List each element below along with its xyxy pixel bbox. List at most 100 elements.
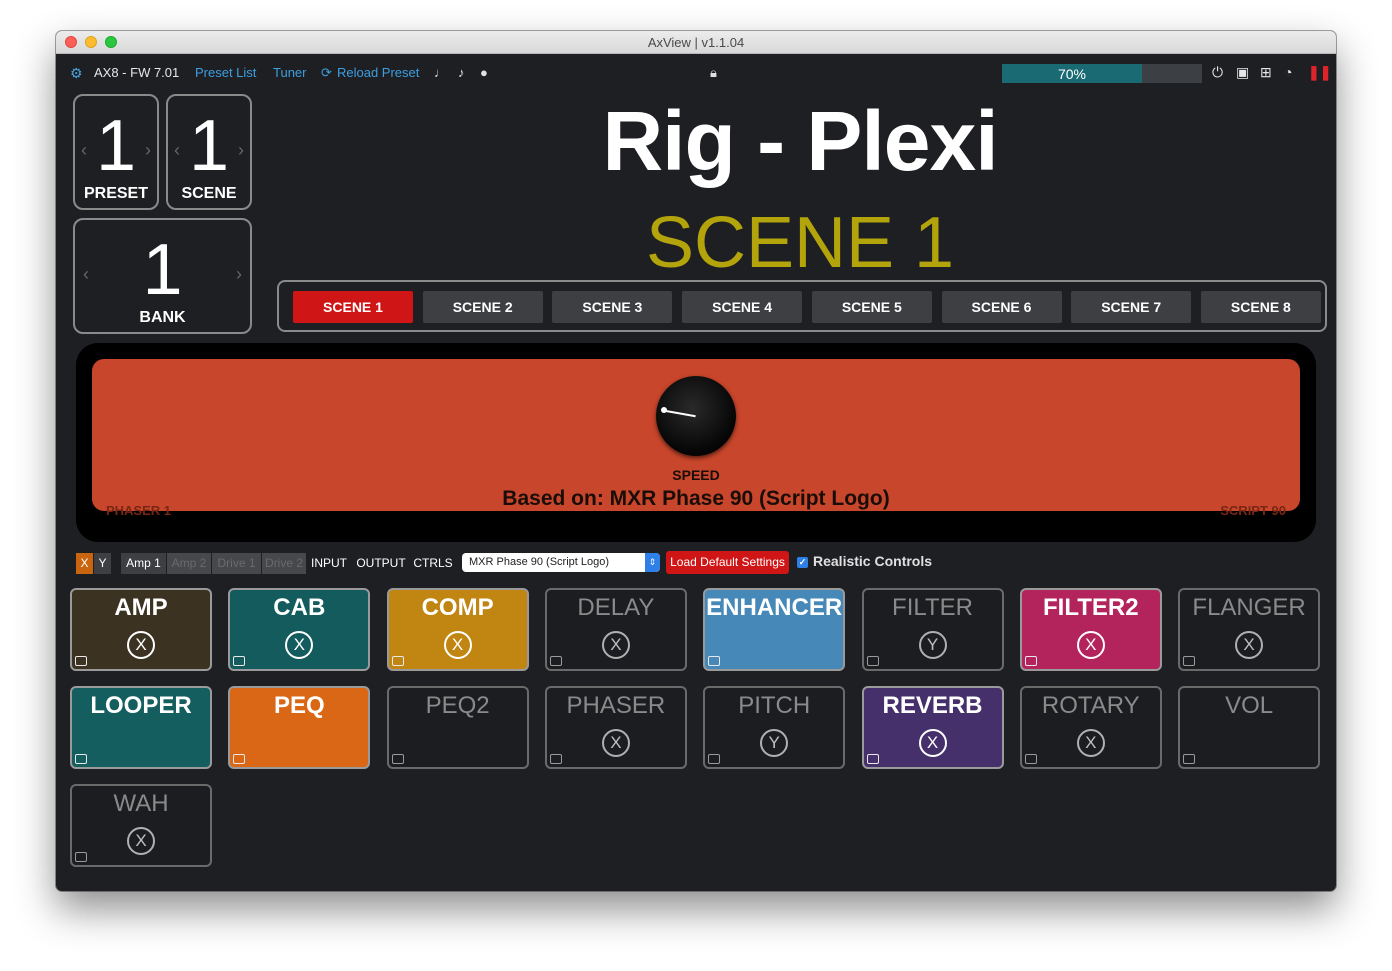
block-name: FILTER2 xyxy=(1043,594,1139,621)
cpu-usage-bar: 70% xyxy=(1002,64,1202,83)
block-name: COMP xyxy=(421,594,494,621)
model-select[interactable]: MXR Phase 90 (Script Logo) ⇕ xyxy=(462,553,660,572)
preset-number: 1 xyxy=(95,106,137,186)
device-settings-icon[interactable]: ⚙ xyxy=(70,65,83,82)
scene-number: 1 xyxy=(188,106,230,186)
block-filter[interactable]: FILTER Y xyxy=(861,588,1004,671)
preset-label: PRESET xyxy=(83,185,148,202)
checkbox-check-icon[interactable]: ✓ xyxy=(797,556,808,568)
block-bypass-icon[interactable] xyxy=(549,656,562,666)
block-bypass-icon[interactable] xyxy=(391,656,404,666)
block-looper[interactable]: LOOPER xyxy=(70,686,212,769)
block-xy-state[interactable]: Y xyxy=(918,631,947,659)
block-xy-state[interactable]: X xyxy=(443,631,472,659)
block-bypass-icon[interactable] xyxy=(1183,754,1196,764)
block-bypass-icon[interactable] xyxy=(549,754,562,764)
power-icon[interactable]: ⏻ xyxy=(1212,64,1223,81)
block-xy-state[interactable]: X xyxy=(1076,631,1105,659)
control-tab-ctrls[interactable]: CTRLS xyxy=(411,553,455,574)
effect-panel-frame: SPEED Based on: MXR Phase 90 (Script Log… xyxy=(76,343,1316,542)
scene-button-7[interactable]: SCENE 7 xyxy=(1071,291,1192,323)
block-xy-state[interactable]: X xyxy=(601,631,630,659)
block-bypass-icon[interactable] xyxy=(75,852,87,862)
block-name: FLANGER xyxy=(1192,594,1306,621)
block-peq[interactable]: PEQ xyxy=(228,686,371,769)
load-default-settings-button[interactable]: Load Default Settings xyxy=(666,551,789,574)
block-peq2[interactable]: PEQ2 xyxy=(386,686,529,769)
block-bypass-icon[interactable] xyxy=(233,656,246,666)
midi-icon[interactable]: ● xyxy=(480,65,488,80)
tuner-link[interactable]: Tuner xyxy=(273,65,306,80)
scene-button-5[interactable]: SCENE 5 xyxy=(811,291,932,323)
block-bypass-icon[interactable] xyxy=(1024,656,1037,666)
block-name: PHASER xyxy=(566,692,666,719)
block-xy-state[interactable]: X xyxy=(127,631,155,659)
block-xy-state[interactable]: X xyxy=(285,631,314,659)
scene-selector: SCENE 1 SCENE 2 SCENE 3 SCENE 4 SCENE 5 SCENE… xyxy=(277,280,1327,332)
block-bypass-icon[interactable] xyxy=(1183,656,1196,666)
y-toggle[interactable]: Y xyxy=(94,553,111,574)
speed-knob[interactable] xyxy=(656,376,736,456)
block-flanger[interactable]: FLANGER X xyxy=(1178,588,1321,671)
block-cab[interactable]: CAB X xyxy=(228,588,371,671)
lock-icon[interactable]: 🔒︎ xyxy=(710,65,717,81)
control-tab-amp-1[interactable]: Amp 1 xyxy=(121,553,166,574)
block-bypass-icon[interactable] xyxy=(708,656,721,666)
gauge-icon[interactable]: ◔ xyxy=(1284,64,1292,80)
scene-button-3[interactable]: SCENE 3 xyxy=(552,291,673,323)
block-bypass-icon[interactable] xyxy=(75,656,87,666)
block-bypass-icon[interactable] xyxy=(708,754,721,764)
control-tab-amp-2[interactable]: Amp 2 xyxy=(167,553,211,574)
block-name: LOOPER xyxy=(90,692,192,719)
block-phaser[interactable]: PHASER X xyxy=(544,686,687,769)
scene-button-4[interactable]: SCENE 4 xyxy=(682,291,803,323)
block-bypass-icon[interactable] xyxy=(75,754,87,764)
block-comp[interactable]: COMP X xyxy=(386,588,529,671)
x-toggle[interactable]: X xyxy=(76,553,93,574)
block-reverb[interactable]: REVERB X xyxy=(861,686,1004,769)
scene-button-8[interactable]: SCENE 8 xyxy=(1200,291,1321,323)
block-wah[interactable]: WAH X xyxy=(70,784,212,867)
block-rotary[interactable]: ROTARY X xyxy=(1019,686,1162,769)
metronome-icon[interactable]: ♩ xyxy=(434,65,447,80)
control-tab-output[interactable]: OUTPUT xyxy=(352,553,410,574)
block-name: ENHANCER xyxy=(706,594,843,621)
pause-icon[interactable]: ❚❚ xyxy=(1308,64,1331,81)
block-bypass-icon[interactable] xyxy=(391,754,404,764)
scene-name: SCENE 1 xyxy=(645,203,955,283)
block-xy-state[interactable]: X xyxy=(127,827,155,855)
control-tab-drive-1[interactable]: Drive 1 xyxy=(212,553,261,574)
block-name: FILTER xyxy=(892,594,973,621)
block-xy-state[interactable]: X xyxy=(1235,631,1264,659)
block-pitch[interactable]: PITCH Y xyxy=(703,686,846,769)
scene-button-2[interactable]: SCENE 2 xyxy=(422,291,543,323)
preset-list-link[interactable]: Preset List xyxy=(195,65,256,80)
block-bypass-icon[interactable] xyxy=(866,754,879,764)
block-bypass-icon[interactable] xyxy=(1024,754,1037,764)
control-tab-drive-2[interactable]: Drive 2 xyxy=(262,553,306,574)
block-bypass-icon[interactable] xyxy=(866,656,879,666)
block-bypass-icon[interactable] xyxy=(233,754,246,764)
model-select-value: MXR Phase 90 (Script Logo) xyxy=(469,556,610,568)
block-delay[interactable]: DELAY X xyxy=(544,588,687,671)
amp-icon[interactable]: ▣ xyxy=(1236,64,1249,81)
effect-block-name: PHASER 1 xyxy=(106,503,172,518)
block-amp[interactable]: AMP X xyxy=(70,588,212,671)
reload-icon[interactable]: ⟳ xyxy=(321,65,332,81)
block-filter2[interactable]: FILTER2 X xyxy=(1019,588,1162,671)
metronome-alt-icon[interactable]: ♪ xyxy=(458,65,465,80)
reload-preset-link[interactable]: Reload Preset xyxy=(337,65,419,80)
block-xy-state[interactable]: X xyxy=(1076,729,1105,757)
scene-button-6[interactable]: SCENE 6 xyxy=(941,291,1062,323)
block-xy-state[interactable]: Y xyxy=(760,729,789,757)
realistic-controls-checkbox[interactable]: ✓ Realistic Controls xyxy=(797,553,932,569)
block-name: PEQ2 xyxy=(425,692,490,719)
block-enhancer[interactable]: ENHANCER xyxy=(703,588,846,671)
scene-button-1[interactable]: SCENE 1 xyxy=(293,291,413,323)
block-xy-state[interactable]: X xyxy=(918,729,947,757)
routing-icon[interactable]: ⊞ xyxy=(1260,64,1272,81)
block-vol[interactable]: VOL xyxy=(1178,686,1321,769)
block-xy-state[interactable]: X xyxy=(601,729,630,757)
control-tab-input[interactable]: INPUT xyxy=(307,553,351,574)
cpu-usage-label: 70% xyxy=(1057,66,1087,82)
